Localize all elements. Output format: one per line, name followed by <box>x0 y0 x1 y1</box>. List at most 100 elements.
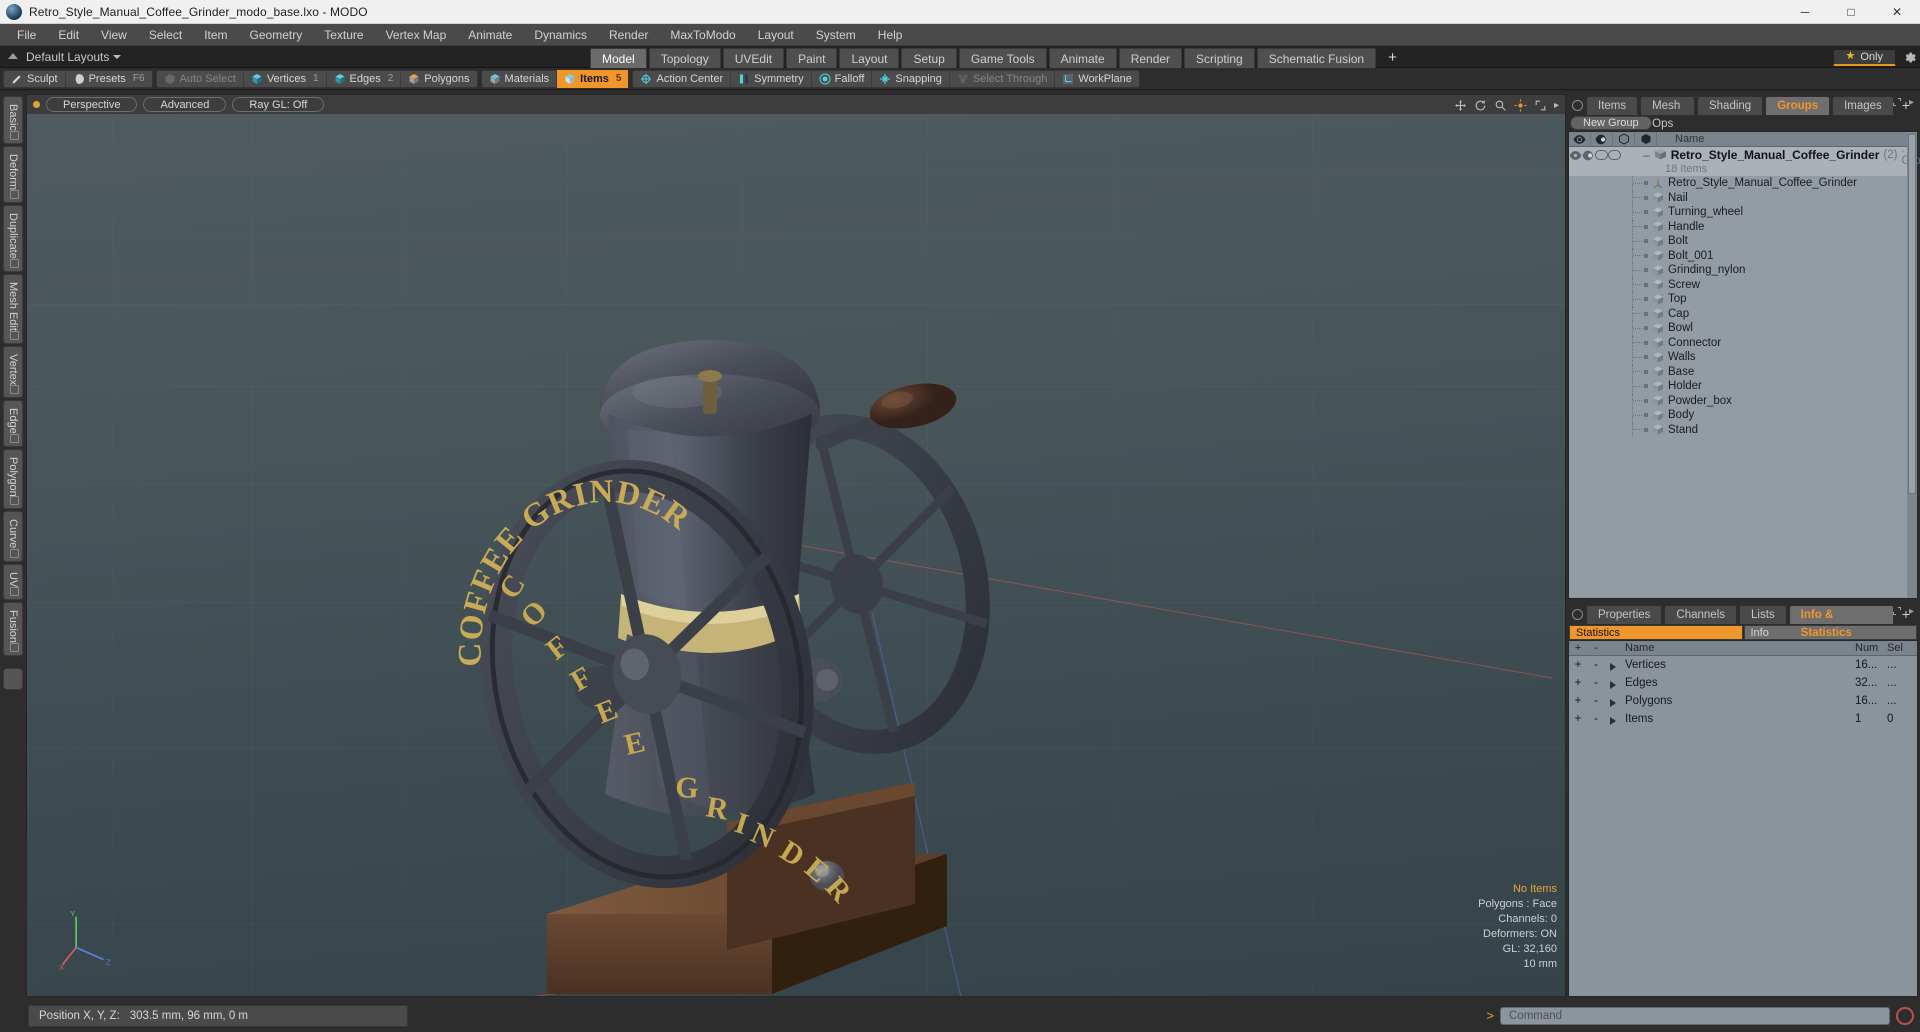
layout-tab-topology[interactable]: Topology <box>648 47 721 68</box>
only-toggle-button[interactable]: ★ Only <box>1832 48 1896 66</box>
rotate-icon[interactable] <box>1474 99 1487 112</box>
toolbar-button-polygons[interactable]: Polygons <box>401 70 476 88</box>
record-macro-button[interactable] <box>1896 1006 1914 1025</box>
group-list-item[interactable]: Bowl <box>1569 321 1917 336</box>
minimize-button[interactable]: ─ <box>1782 0 1828 24</box>
toolbar-button-vertices[interactable]: Vertices 1 <box>244 69 327 88</box>
layout-tab-layout[interactable]: Layout <box>839 47 900 68</box>
expand-info-panel-icon[interactable] <box>1891 605 1903 617</box>
group-list-item[interactable]: Retro_Style_Manual_Coffee_Grinder <box>1569 176 1917 191</box>
stat-add-button[interactable]: + <box>1569 677 1587 689</box>
layout-tab-animate[interactable]: Animate <box>1048 47 1117 68</box>
group-list-item[interactable]: Powder_box <box>1569 393 1917 408</box>
tool-tab-extra[interactable] <box>3 668 23 691</box>
close-button[interactable]: ✕ <box>1874 0 1920 24</box>
axis-gizmo[interactable]: Y Z X <box>59 908 119 970</box>
panel-tab-mesh-ops[interactable]: Mesh Ops <box>1640 96 1695 130</box>
layout-tab-model[interactable]: Model <box>590 47 647 68</box>
viewport-menu-caret-icon[interactable]: ▸ <box>1554 100 1559 111</box>
statistics-row[interactable]: + - Vertices 16...... <box>1569 656 1917 674</box>
expand-triangle-icon[interactable] <box>1610 698 1616 707</box>
toolbar-button-falloff[interactable]: Falloff <box>812 69 873 88</box>
panel-tab-shading[interactable]: Shading <box>1696 96 1764 115</box>
stat-remove-button[interactable]: - <box>1587 695 1605 707</box>
group-select-toggle[interactable] <box>1608 148 1621 162</box>
info-panel-caret-icon[interactable]: ▸ <box>1909 606 1914 617</box>
menu-item-texture[interactable]: Texture <box>313 24 374 46</box>
layout-tab-game-tools[interactable]: Game Tools <box>958 47 1047 68</box>
toolbar-button-materials[interactable]: Materials <box>482 69 558 88</box>
statistics-row[interactable]: + - Polygons 16...... <box>1569 692 1917 710</box>
expand-triangle-icon[interactable] <box>1610 680 1616 689</box>
tool-tab-curve[interactable]: Curve <box>3 511 23 562</box>
group-list-item[interactable]: Screw <box>1569 277 1917 292</box>
stat-subtab-statistics[interactable]: Statistics <box>1569 625 1743 640</box>
expand-triangle-icon[interactable] <box>1610 662 1616 671</box>
menu-item-select[interactable]: Select <box>138 24 193 46</box>
panel-tab-items[interactable]: Items <box>1586 96 1639 115</box>
group-list-item[interactable]: Top <box>1569 292 1917 307</box>
menu-item-dynamics[interactable]: Dynamics <box>523 24 598 46</box>
menu-item-vertex-map[interactable]: Vertex Map <box>375 24 458 46</box>
menu-item-view[interactable]: View <box>90 24 138 46</box>
tool-tab-deform[interactable]: Deform <box>3 145 23 203</box>
view-mode-button[interactable]: Perspective <box>46 97 138 112</box>
groups-scrollbar-thumb[interactable] <box>1908 134 1916 494</box>
coffee-grinder-model[interactable]: COFFEE GRINDER C O F F E E G R I N D E R <box>27 114 1477 994</box>
menu-item-render[interactable]: Render <box>598 24 659 46</box>
panel-menu-caret-icon[interactable]: ▸ <box>1909 97 1914 108</box>
menu-item-layout[interactable]: Layout <box>747 24 805 46</box>
group-list-item[interactable]: Bolt_001 <box>1569 248 1917 263</box>
layout-tab-scripting[interactable]: Scripting <box>1184 47 1255 68</box>
groups-scrollbar-track[interactable] <box>1907 132 1917 598</box>
tool-tab-duplicate[interactable]: Duplicate <box>3 204 23 272</box>
menu-item-file[interactable]: File <box>6 24 47 46</box>
tool-tab-uv[interactable]: UV <box>3 563 23 601</box>
viewport-3d[interactable]: COFFEE GRINDER C O F F E E G R I N D E R… <box>26 114 1566 997</box>
chevron-down-icon[interactable] <box>113 54 122 59</box>
shading-mode-button[interactable]: Advanced <box>143 97 227 112</box>
group-list-item[interactable]: Base <box>1569 364 1917 379</box>
group-list-item[interactable]: Walls <box>1569 350 1917 365</box>
stat-add-button[interactable]: + <box>1569 713 1587 725</box>
expand-panel-icon[interactable] <box>1891 96 1903 108</box>
gear-icon[interactable] <box>1902 50 1916 64</box>
layout-tab-paint[interactable]: Paint <box>786 47 838 68</box>
tool-tab-polygon[interactable]: Polygon <box>3 448 23 510</box>
group-lock-toggle[interactable] <box>1595 148 1608 162</box>
new-group-button[interactable]: New Group <box>1570 116 1652 130</box>
toolbar-button-symmetry[interactable]: Symmetry <box>731 69 812 88</box>
layout-tab-setup[interactable]: Setup <box>901 47 957 68</box>
command-input[interactable]: Command <box>1500 1006 1890 1025</box>
menu-item-maxtomodo[interactable]: MaxToModo <box>659 24 746 46</box>
group-eye-toggle[interactable] <box>1569 148 1582 162</box>
group-list-item[interactable]: Grinding_nylon <box>1569 263 1917 278</box>
menu-item-item[interactable]: Item <box>193 24 238 46</box>
menu-item-help[interactable]: Help <box>867 24 914 46</box>
info-tab-channels[interactable]: Channels <box>1664 605 1738 624</box>
toolbar-button-presets[interactable]: Presets F6 <box>66 70 152 88</box>
toolbar-button-workplane[interactable]: WorkPlane <box>1055 70 1139 88</box>
expand-triangle-icon[interactable] <box>1610 716 1616 725</box>
ray-gl-button[interactable]: Ray GL: Off <box>232 97 325 112</box>
toolbar-button-snapping[interactable]: Snapping <box>872 69 950 88</box>
menu-item-system[interactable]: System <box>805 24 867 46</box>
default-layouts-label[interactable]: Default Layouts <box>26 50 109 64</box>
render-column-header[interactable] <box>1591 131 1613 147</box>
expand-up-icon[interactable] <box>6 50 20 64</box>
zoom-icon[interactable] <box>1494 99 1507 112</box>
stat-remove-button[interactable]: - <box>1587 713 1605 725</box>
toolbar-button-auto-select[interactable]: Auto Select <box>157 69 244 88</box>
group-list-item[interactable]: Cap <box>1569 306 1917 321</box>
stat-add-button[interactable]: + <box>1569 659 1587 671</box>
toolbar-button-action-center[interactable]: Action Center <box>633 69 732 88</box>
toolbar-button-select-through[interactable]: Select Through <box>950 69 1056 88</box>
panel-tab-groups[interactable]: Groups <box>1765 96 1831 115</box>
maximize-button[interactable]: □ <box>1828 0 1874 24</box>
statistics-row[interactable]: + - Items 1 0 <box>1569 710 1917 728</box>
info-tab-properties[interactable]: Properties <box>1586 605 1663 624</box>
group-list-item[interactable]: Handle <box>1569 219 1917 234</box>
info-tab-info-statistics[interactable]: Info & Statistics <box>1788 605 1894 639</box>
visibility-column-header[interactable] <box>1569 131 1591 147</box>
group-render-toggle[interactable] <box>1582 148 1595 162</box>
